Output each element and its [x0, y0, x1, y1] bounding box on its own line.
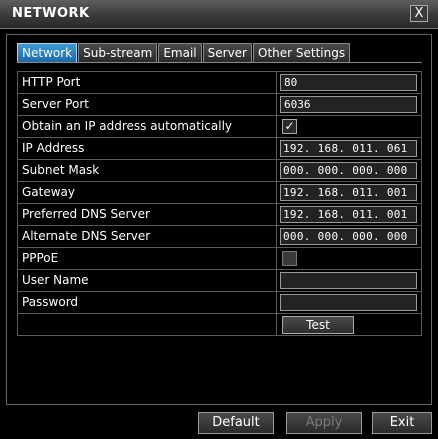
settings-panel: Network Sub-stream Email Server Other Se… [6, 34, 432, 405]
user-name-label: User Name [22, 273, 89, 287]
column-divider [276, 314, 277, 335]
network-dialog: NETWORK X Network Sub-stream Email Serve… [0, 0, 438, 439]
row-ip-address: IP Address 192. 168. 011. 061 [17, 138, 422, 160]
pppoe-label: PPPoE [22, 251, 59, 265]
subnet-mask-label: Subnet Mask [22, 163, 100, 177]
http-port-input[interactable]: 80 [280, 74, 417, 91]
test-button[interactable]: Test [282, 316, 354, 334]
row-test: Test [17, 314, 422, 336]
column-divider [276, 72, 277, 93]
password-input[interactable] [280, 294, 417, 311]
column-divider [276, 204, 277, 225]
row-gateway: Gateway 192. 168. 011. 001 [17, 182, 422, 204]
ip-address-label: IP Address [22, 141, 85, 155]
row-obtain-ip: Obtain an IP address automatically ✓ [17, 116, 422, 138]
server-port-label: Server Port [22, 97, 89, 111]
subnet-mask-input[interactable]: 000. 000. 000. 000 [280, 162, 417, 179]
column-divider [276, 94, 277, 115]
gateway-label: Gateway [22, 185, 76, 199]
column-divider [276, 116, 277, 137]
footer-bar: Default Apply Exit [0, 408, 438, 439]
user-name-input[interactable] [280, 272, 417, 289]
password-label: Password [22, 295, 79, 309]
row-http-port: HTTP Port 80 [17, 72, 422, 94]
tab-divider [17, 62, 422, 63]
apply-button[interactable]: Apply [286, 412, 362, 434]
close-button[interactable]: X [410, 5, 428, 22]
row-user-name: User Name [17, 270, 422, 292]
column-divider [276, 270, 277, 291]
row-subnet-mask: Subnet Mask 000. 000. 000. 000 [17, 160, 422, 182]
row-server-port: Server Port 6036 [17, 94, 422, 116]
exit-button[interactable]: Exit [372, 412, 432, 434]
tab-sub-stream[interactable]: Sub-stream [78, 43, 158, 62]
row-alternate-dns: Alternate DNS Server 000. 000. 000. 000 [17, 226, 422, 248]
http-port-label: HTTP Port [22, 75, 81, 89]
obtain-ip-checkbox[interactable]: ✓ [282, 119, 297, 134]
column-divider [276, 292, 277, 313]
settings-grid: HTTP Port 80 Server Port 6036 Obtain an … [17, 71, 422, 336]
window-title: NETWORK [12, 6, 90, 21]
preferred-dns-input[interactable]: 192. 168. 011. 001 [280, 206, 417, 223]
tab-email[interactable]: Email [158, 43, 202, 62]
obtain-ip-label: Obtain an IP address automatically [22, 119, 233, 133]
pppoe-checkbox[interactable] [282, 251, 297, 266]
default-button[interactable]: Default [198, 412, 274, 434]
preferred-dns-label: Preferred DNS Server [22, 207, 150, 221]
server-port-input[interactable]: 6036 [280, 96, 417, 113]
title-bar: NETWORK X [0, 0, 438, 29]
row-password: Password [17, 292, 422, 314]
column-divider [276, 138, 277, 159]
column-divider [276, 160, 277, 181]
column-divider [276, 248, 277, 269]
row-preferred-dns: Preferred DNS Server 192. 168. 011. 001 [17, 204, 422, 226]
alternate-dns-label: Alternate DNS Server [22, 229, 151, 243]
row-pppoe: PPPoE [17, 248, 422, 270]
column-divider [276, 182, 277, 203]
tab-other-settings[interactable]: Other Settings [253, 43, 351, 62]
column-divider [276, 226, 277, 247]
gateway-input[interactable]: 192. 168. 011. 001 [280, 184, 417, 201]
alternate-dns-input[interactable]: 000. 000. 000. 000 [280, 228, 417, 245]
tab-network[interactable]: Network [17, 43, 78, 62]
tab-server[interactable]: Server [202, 43, 252, 62]
ip-address-input[interactable]: 192. 168. 011. 061 [280, 140, 417, 157]
tab-bar: Network Sub-stream Email Server Other Se… [17, 43, 351, 62]
